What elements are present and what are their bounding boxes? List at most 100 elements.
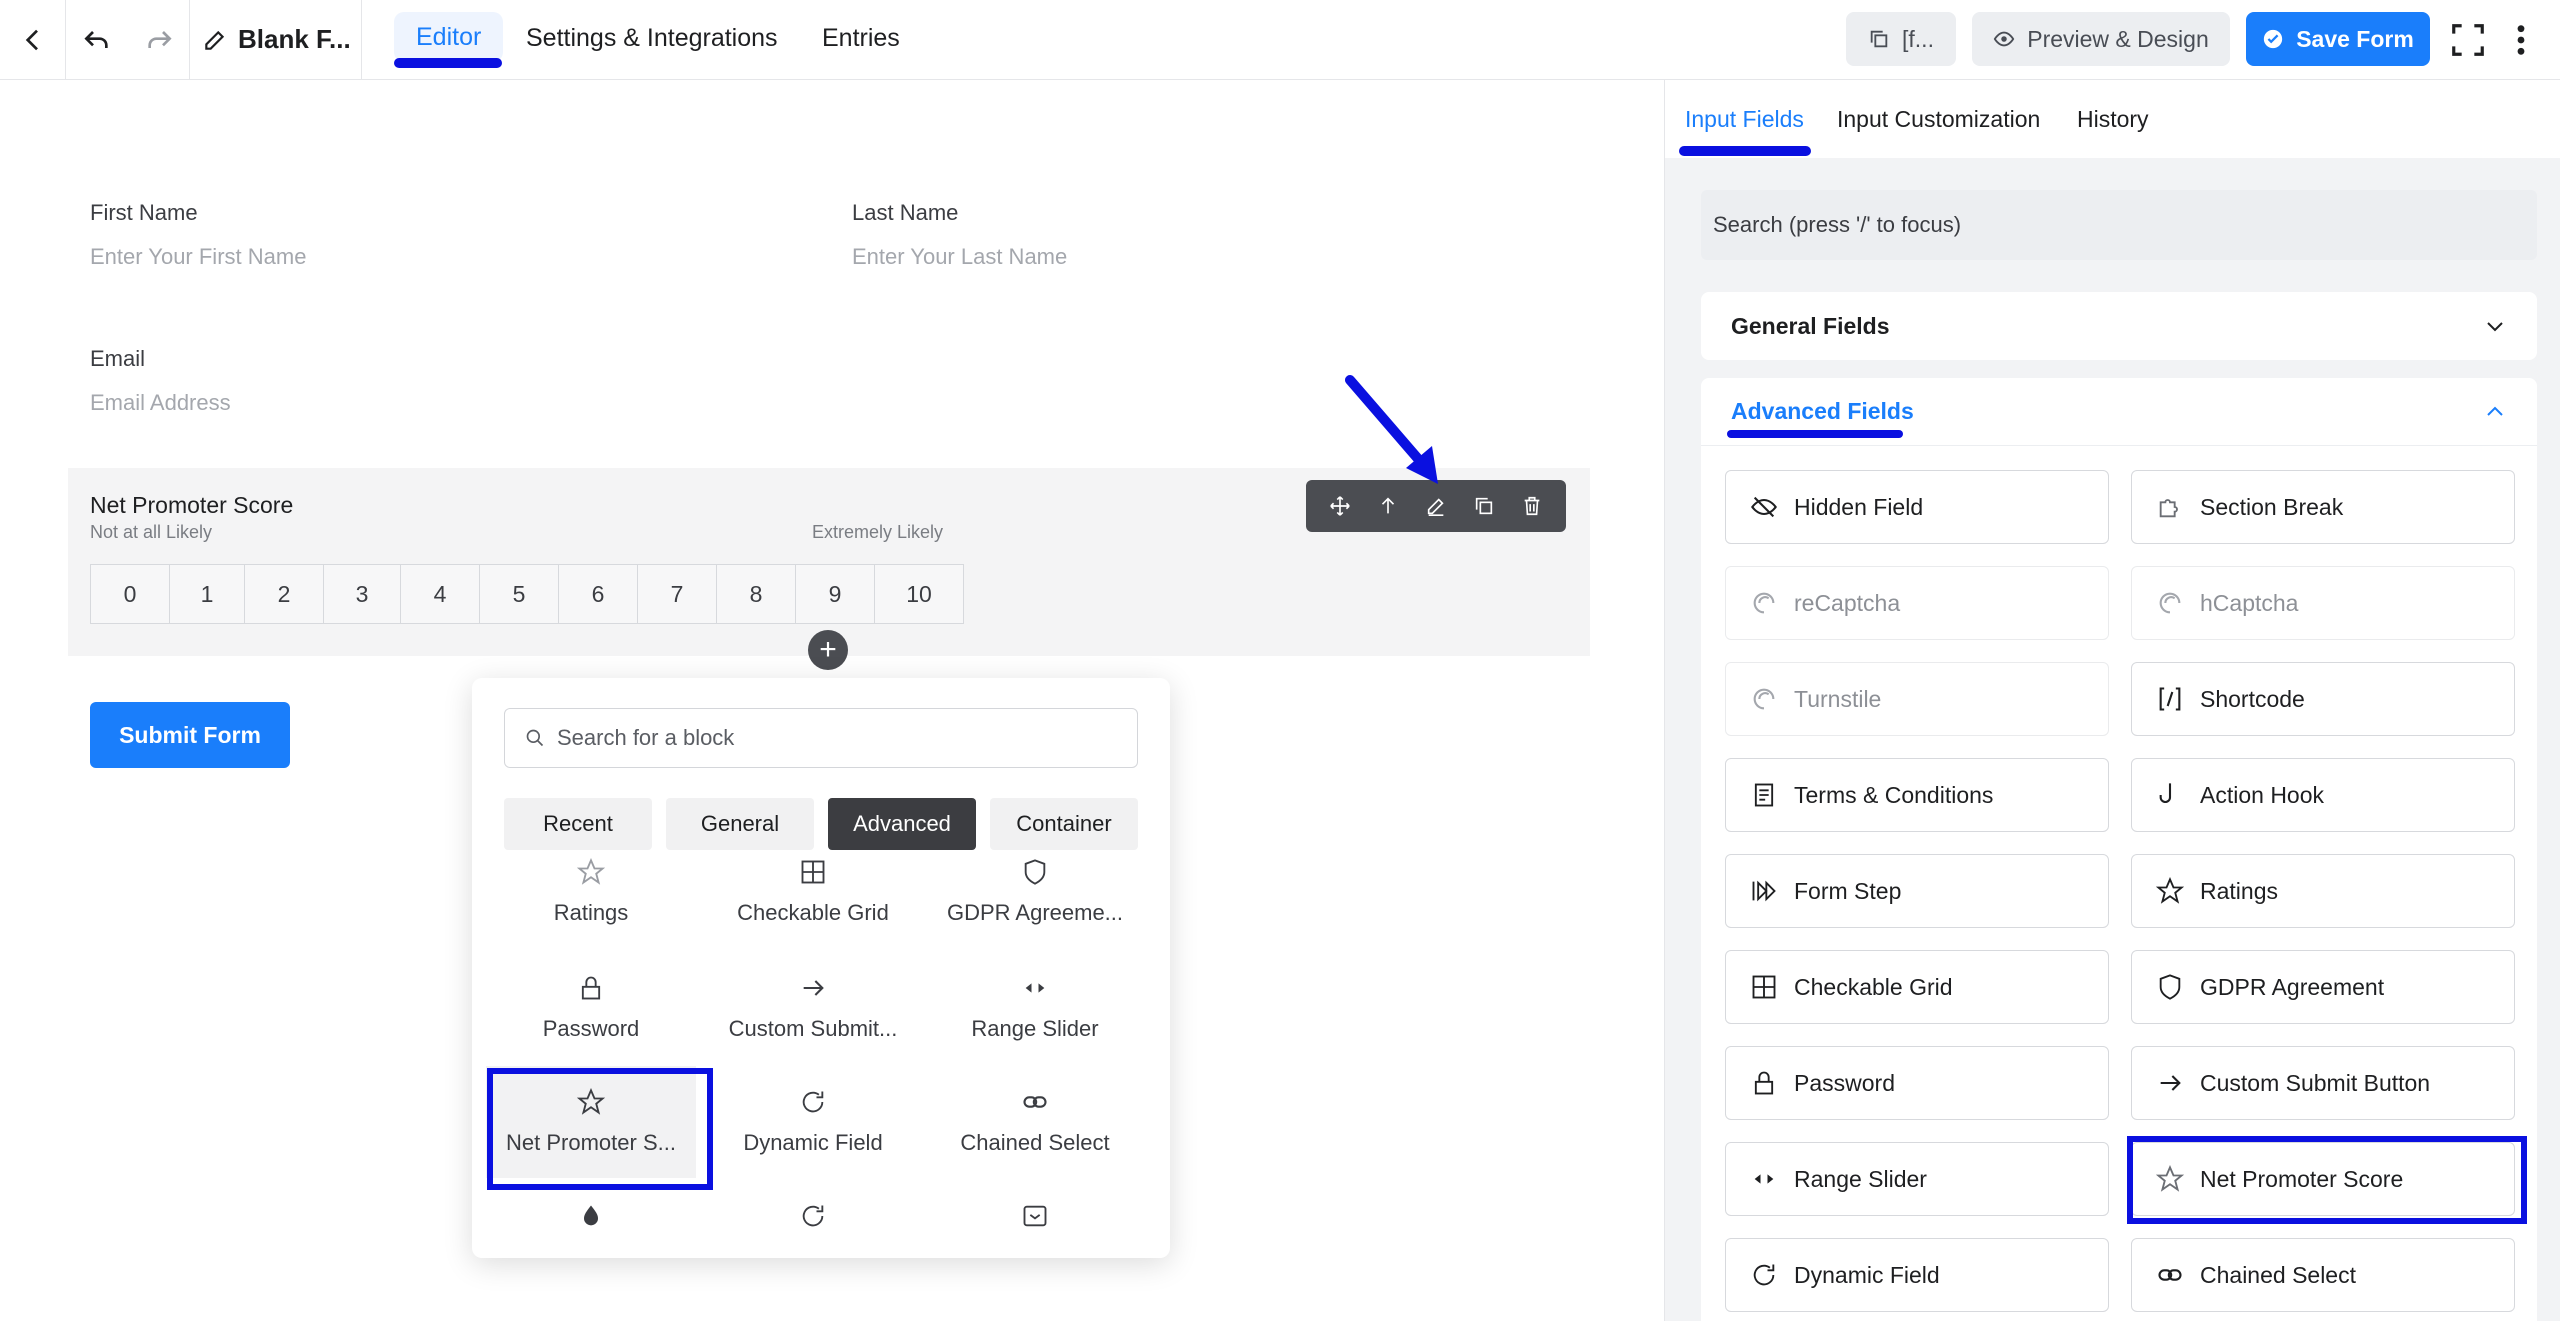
trash-icon[interactable]: [1521, 495, 1543, 517]
field-range-slider[interactable]: Range Slider: [1725, 1142, 2109, 1216]
tab-input-customization[interactable]: Input Customization: [1837, 106, 2040, 133]
field-label: Shortcode: [2200, 685, 2305, 712]
field-label: Chained Select: [2200, 1261, 2356, 1288]
search-icon: [526, 729, 544, 747]
undo-button[interactable]: [66, 0, 128, 79]
field-custom-submit-button[interactable]: Custom Submit Button: [2131, 1046, 2515, 1120]
nps-option[interactable]: 3: [323, 564, 401, 624]
field-hidden[interactable]: Hidden Field: [1725, 470, 2109, 544]
field-ratings[interactable]: Ratings: [2131, 854, 2515, 928]
lock-icon: [581, 976, 601, 1000]
nps-option[interactable]: 2: [244, 564, 324, 624]
tab-entries[interactable]: Entries: [822, 0, 900, 76]
right-sidebar: Input Fields Input Customization History…: [1664, 80, 2560, 1321]
annotation-arrow: [1345, 375, 1438, 484]
field-label: hCaptcha: [2200, 589, 2299, 616]
field-terms-conditions[interactable]: Terms & Conditions: [1725, 758, 2109, 832]
tab-editor[interactable]: Editor: [394, 12, 504, 62]
inserter-tab-container[interactable]: Container: [990, 798, 1138, 850]
inserter-tab-general[interactable]: General: [666, 798, 814, 850]
nps-option[interactable]: 7: [637, 564, 717, 624]
general-fields-section[interactable]: General Fields: [1701, 292, 2537, 360]
field-hcaptcha[interactable]: hCaptcha: [2131, 566, 2515, 640]
nps-option[interactable]: 9: [795, 564, 875, 624]
block-range-slider[interactable]: Range Slider: [930, 974, 1140, 1042]
nps-option[interactable]: 4: [400, 564, 480, 624]
email-input[interactable]: Email Address: [90, 390, 231, 416]
arrow-up-icon[interactable]: [1377, 495, 1399, 517]
move-icon[interactable]: [1329, 495, 1351, 517]
dropdown-box-icon: [1023, 1205, 1047, 1227]
block-partial[interactable]: [486, 1202, 696, 1230]
field-gdpr-agreement[interactable]: GDPR Agreement: [2131, 950, 2515, 1024]
field-checkable-grid[interactable]: Checkable Grid: [1725, 950, 2109, 1024]
block-search-input[interactable]: Search for a block: [504, 708, 1138, 768]
edit-icon[interactable]: [1425, 495, 1447, 517]
shortcode-button[interactable]: [f...: [1846, 12, 1956, 66]
field-label: reCaptcha: [1794, 589, 1901, 616]
tab-settings-integrations[interactable]: Settings & Integrations: [526, 0, 778, 76]
field-label: Range Slider: [1794, 1165, 1927, 1192]
nps-low-label: Not at all Likely: [90, 522, 213, 542]
block-partial[interactable]: [708, 1202, 918, 1230]
annotation-highlight: [487, 1068, 713, 1190]
block-gdpr-agreement[interactable]: GDPR Agreeme...: [930, 858, 1140, 926]
duplicate-icon[interactable]: [1473, 495, 1495, 517]
link-icon: [1023, 1096, 1047, 1108]
redo-button[interactable]: [128, 0, 190, 79]
fullscreen-button[interactable]: [2446, 0, 2490, 79]
block-label: Checkable Grid: [737, 900, 889, 925]
nps-option[interactable]: 8: [716, 564, 796, 624]
block-search-placeholder: Search for a block: [557, 725, 735, 750]
chevron-up-icon: [2487, 406, 2503, 416]
field-shortcode[interactable]: Shortcode: [2131, 662, 2515, 736]
save-form-label: Save Form: [2296, 25, 2414, 52]
slider-icon: [1025, 983, 1045, 993]
puzzle-icon: [2159, 499, 2178, 518]
field-chained-select[interactable]: Chained Select: [2131, 1238, 2515, 1312]
chevron-left-icon: [25, 29, 38, 50]
arrow-right-icon: [2160, 1075, 2181, 1091]
field-turnstile[interactable]: Turnstile: [1725, 662, 2109, 736]
submit-form-button[interactable]: Submit Form: [90, 702, 290, 768]
block-chained-select[interactable]: Chained Select: [930, 1088, 1140, 1156]
block-ratings[interactable]: Ratings: [486, 858, 696, 926]
inserter-tab-recent[interactable]: Recent: [504, 798, 652, 850]
top-bar: Blank F... Editor Settings & Integration…: [0, 0, 2560, 80]
field-password[interactable]: Password: [1725, 1046, 2109, 1120]
kebab-menu-icon: [2517, 24, 2525, 55]
grid-icon: [1752, 975, 1776, 999]
nps-option[interactable]: 0: [90, 564, 170, 624]
block-password[interactable]: Password: [486, 974, 696, 1042]
block-custom-submit[interactable]: Custom Submit...: [708, 974, 918, 1042]
block-label: Range Slider: [971, 1016, 1099, 1041]
preview-design-button[interactable]: Preview & Design: [1972, 12, 2230, 66]
block-dynamic-field[interactable]: Dynamic Field: [708, 1088, 918, 1156]
form-title[interactable]: Blank F...: [190, 0, 362, 79]
last-name-input[interactable]: Enter Your Last Name: [852, 244, 1067, 270]
field-section-break[interactable]: Section Break: [2131, 470, 2515, 544]
nps-option[interactable]: 6: [558, 564, 638, 624]
field-recaptcha[interactable]: reCaptcha: [1725, 566, 2109, 640]
inserter-tab-advanced[interactable]: Advanced: [828, 798, 976, 850]
block-checkable-grid[interactable]: Checkable Grid: [708, 858, 918, 926]
first-name-input[interactable]: Enter Your First Name: [90, 244, 306, 270]
field-action-hook[interactable]: Action Hook: [2131, 758, 2515, 832]
tab-history[interactable]: History: [2077, 106, 2149, 133]
nps-option[interactable]: 10: [874, 564, 964, 624]
save-form-button[interactable]: Save Form: [2246, 12, 2430, 66]
field-form-step[interactable]: Form Step: [1725, 854, 2109, 928]
field-label: Section Break: [2200, 493, 2344, 520]
nps-option[interactable]: 1: [169, 564, 245, 624]
field-search-input[interactable]: Search (press '/' to focus): [1701, 190, 2537, 260]
back-button[interactable]: [0, 0, 66, 79]
field-dynamic-field[interactable]: Dynamic Field: [1725, 1238, 2109, 1312]
more-options-button[interactable]: [2506, 0, 2536, 79]
tab-input-fields[interactable]: Input Fields: [1685, 106, 1804, 133]
block-partial[interactable]: [930, 1202, 1140, 1230]
nps-option[interactable]: 5: [479, 564, 559, 624]
add-block-button[interactable]: +: [808, 630, 848, 670]
general-fields-header[interactable]: General Fields: [1701, 292, 2537, 360]
fullscreen-icon: [2452, 23, 2484, 56]
shortcode-icon: [2159, 687, 2181, 711]
